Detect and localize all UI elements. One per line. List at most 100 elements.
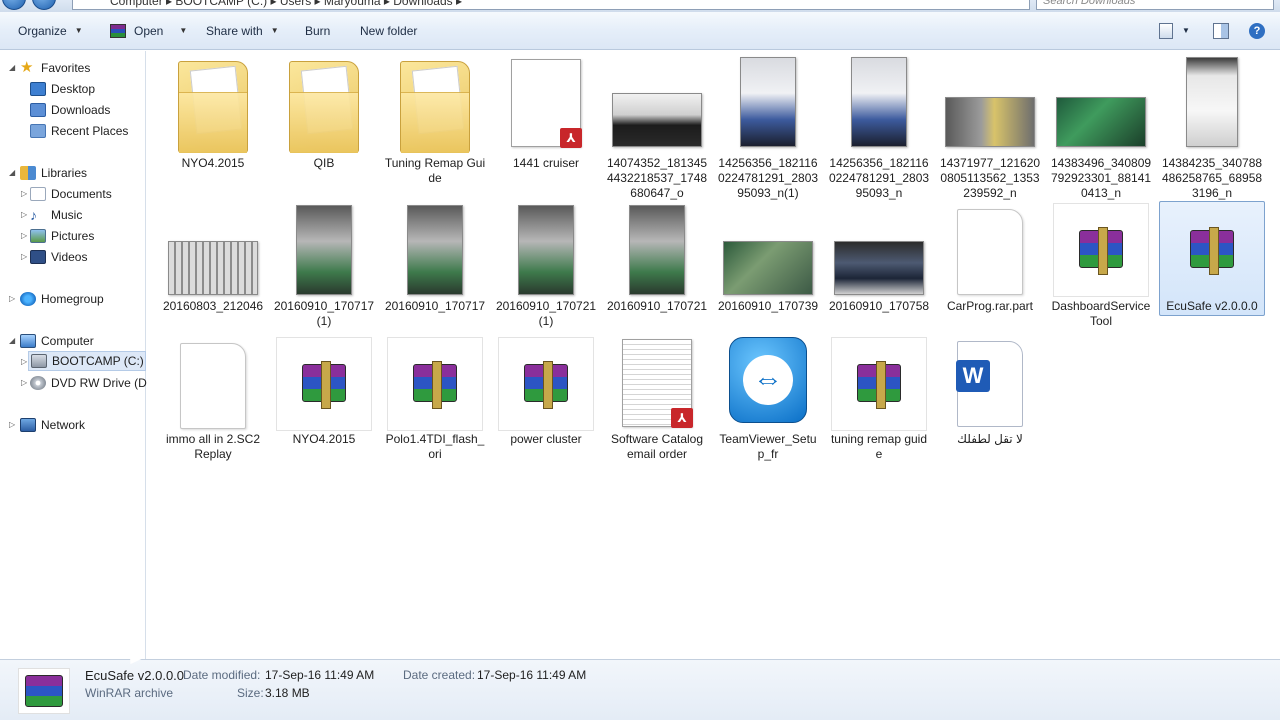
file-item[interactable]: tuning remap guide — [826, 337, 932, 477]
file-item[interactable]: QIB — [271, 55, 377, 195]
expand-arrow-icon[interactable]: ▷ — [21, 378, 27, 387]
file-view[interactable]: NYO4.2015 QIB Tuning Remap Guide ⅄ 1441 … — [147, 51, 1280, 659]
file-item[interactable]: Tuning Remap Guide — [382, 55, 488, 195]
preview-pane-icon[interactable] — [1213, 23, 1229, 39]
expand-arrow-icon[interactable]: ▷ — [21, 231, 27, 240]
expand-arrow-icon[interactable]: ▷ — [21, 210, 27, 219]
file-item[interactable]: 20160910_170721(1) — [493, 203, 599, 333]
file-name: 20160910_170721(1) — [495, 299, 597, 328]
nav-pictures[interactable]: Pictures — [30, 226, 94, 246]
expand-arrow-icon[interactable]: ▷ — [9, 420, 15, 429]
image-thumbnail — [629, 205, 685, 295]
pdf-thumbnail: ⅄ — [622, 339, 693, 428]
file-item[interactable]: 20160910_170717 — [382, 203, 488, 333]
nav-desktop[interactable]: Desktop — [30, 79, 95, 99]
file-item[interactable]: 14371977_1216200805113562_1353239592_n — [937, 55, 1043, 200]
nav-videos[interactable]: Videos — [30, 247, 87, 267]
file-item[interactable]: 20160910_170758 — [826, 203, 932, 333]
file-item[interactable]: power cluster — [493, 337, 599, 477]
winrar-icon — [25, 675, 63, 707]
nav-music[interactable]: ♪ Music — [30, 205, 82, 225]
file-item[interactable]: 14256356_1821160224781291_280395093_n — [826, 55, 932, 200]
collapse-arrow-icon[interactable]: ◢ — [9, 336, 15, 345]
nav-libraries[interactable]: Libraries — [20, 163, 87, 183]
nav-pictures-label: Pictures — [51, 229, 95, 243]
file-name: 14074352_1813454432218537_1748680647_o — [606, 156, 708, 200]
file-item[interactable]: Polo1.4TDI_flash_ori — [382, 337, 488, 477]
collapse-arrow-icon[interactable]: ◢ — [9, 63, 15, 72]
expand-arrow-icon[interactable]: ▷ — [9, 294, 15, 303]
view-options-chevron-icon[interactable]: ▼ — [1182, 12, 1190, 50]
file-item[interactable]: NYO4.2015 — [271, 337, 377, 477]
date-modified-label: Date modified: — [183, 668, 261, 682]
forward-button[interactable] — [32, 0, 56, 10]
expand-arrow-icon[interactable]: ▷ — [21, 252, 27, 261]
dvd-drive-icon — [30, 376, 46, 390]
open-button[interactable]: Open ▼ — [110, 12, 187, 50]
file-item[interactable]: 20160910_170717(1) — [271, 203, 377, 333]
address-path[interactable]: Computer ▸ BOOTCAMP (C:) ▸ Users ▸ Maryo… — [110, 0, 462, 8]
burn-button[interactable]: Burn — [305, 12, 330, 50]
pictures-icon — [30, 229, 46, 243]
nav-documents[interactable]: Documents — [30, 184, 112, 204]
details-thumbnail — [18, 668, 70, 714]
file-item[interactable]: CarProg.rar.part — [937, 203, 1043, 333]
file-name: 14383496_340809792923301_881410413_n — [1050, 156, 1152, 200]
file-item[interactable]: NYO4.2015 — [160, 55, 266, 195]
file-name: 20160910_170717 — [384, 299, 486, 313]
image-thumbnail — [168, 241, 258, 295]
file-item[interactable]: ⇔ TeamViewer_Setup_fr — [715, 337, 821, 477]
expand-arrow-icon[interactable]: ▷ — [21, 357, 27, 366]
collapse-arrow-icon[interactable]: ◢ — [9, 168, 15, 177]
organize-button[interactable]: Organize ▼ — [18, 12, 83, 50]
music-icon: ♪ — [30, 207, 37, 223]
pdf-icon: ⅄ — [671, 408, 693, 428]
back-button[interactable] — [2, 0, 26, 10]
nav-downloads-label: Downloads — [51, 103, 111, 117]
pdf-thumbnail: ⅄ — [511, 59, 582, 148]
expand-arrow-icon[interactable]: ▷ — [21, 189, 27, 198]
computer-icon — [20, 334, 36, 348]
file-item[interactable]: ⅄ 1441 cruiser — [493, 55, 599, 195]
file-item[interactable]: ⅄ Software Catalog email order — [604, 337, 710, 477]
nav-downloads[interactable]: Downloads — [30, 100, 110, 120]
file-item[interactable]: DashboardServiceTool — [1048, 203, 1154, 333]
new-folder-button[interactable]: New folder — [360, 12, 417, 50]
file-item[interactable]: 14383496_340809792923301_881410413_n — [1048, 55, 1154, 200]
file-item[interactable]: 20160910_170721 — [604, 203, 710, 333]
archive-frame — [387, 337, 483, 431]
nav-computer[interactable]: Computer — [20, 331, 94, 351]
image-thumbnail — [945, 97, 1035, 147]
file-item[interactable]: 14074352_1813454432218537_1748680647_o — [604, 55, 710, 200]
star-icon: ★ — [20, 59, 34, 76]
search-input[interactable]: Search Downloads — [1036, 0, 1274, 10]
share-with-button[interactable]: Share with ▼ — [206, 12, 279, 50]
file-item[interactable]: 14384235_340788486258765_689583196_n — [1159, 55, 1265, 200]
nav-bootcamp-drive[interactable]: BOOTCAMP (C:) — [28, 351, 146, 371]
file-name: Tuning Remap Guide — [384, 156, 486, 185]
file-name: 20160910_170758 — [828, 299, 930, 313]
file-name: Software Catalog email order — [610, 432, 704, 461]
nav-recent-places[interactable]: Recent Places — [30, 121, 128, 141]
nav-homegroup[interactable]: Homegroup — [20, 289, 104, 309]
file-item[interactable]: immo all in 2.SC2Replay — [160, 337, 266, 477]
details-file-type: WinRAR archive — [85, 686, 174, 700]
image-thumbnail — [1186, 57, 1238, 147]
file-item[interactable]: 14256356_1821160224781291_280395093_n(1) — [715, 55, 821, 200]
image-thumbnail — [518, 205, 574, 295]
blank-file-icon — [180, 343, 246, 429]
file-item[interactable]: 20160910_170739 — [715, 203, 821, 333]
details-pane: EcuSafe v2.0.0.0 WinRAR archive Date mod… — [0, 659, 1280, 720]
nav-documents-label: Documents — [51, 187, 112, 201]
file-item-selected[interactable]: EcuSafe v2.0.0.0 — [1159, 201, 1265, 316]
view-icon[interactable] — [1159, 23, 1173, 39]
file-name: 20160910_170721 — [606, 299, 708, 313]
nav-dvd-drive[interactable]: DVD RW Drive (D: — [30, 373, 150, 393]
file-item[interactable]: 20160803_212046 — [160, 203, 266, 333]
help-icon[interactable]: ? — [1249, 23, 1265, 39]
nav-favorites[interactable]: ★ Favorites — [20, 58, 90, 78]
nav-network[interactable]: Network — [20, 415, 85, 435]
file-item[interactable]: W لا تقل لطفلك — [937, 337, 1043, 477]
winrar-icon — [1079, 227, 1123, 275]
size-label: Size: — [237, 686, 264, 700]
